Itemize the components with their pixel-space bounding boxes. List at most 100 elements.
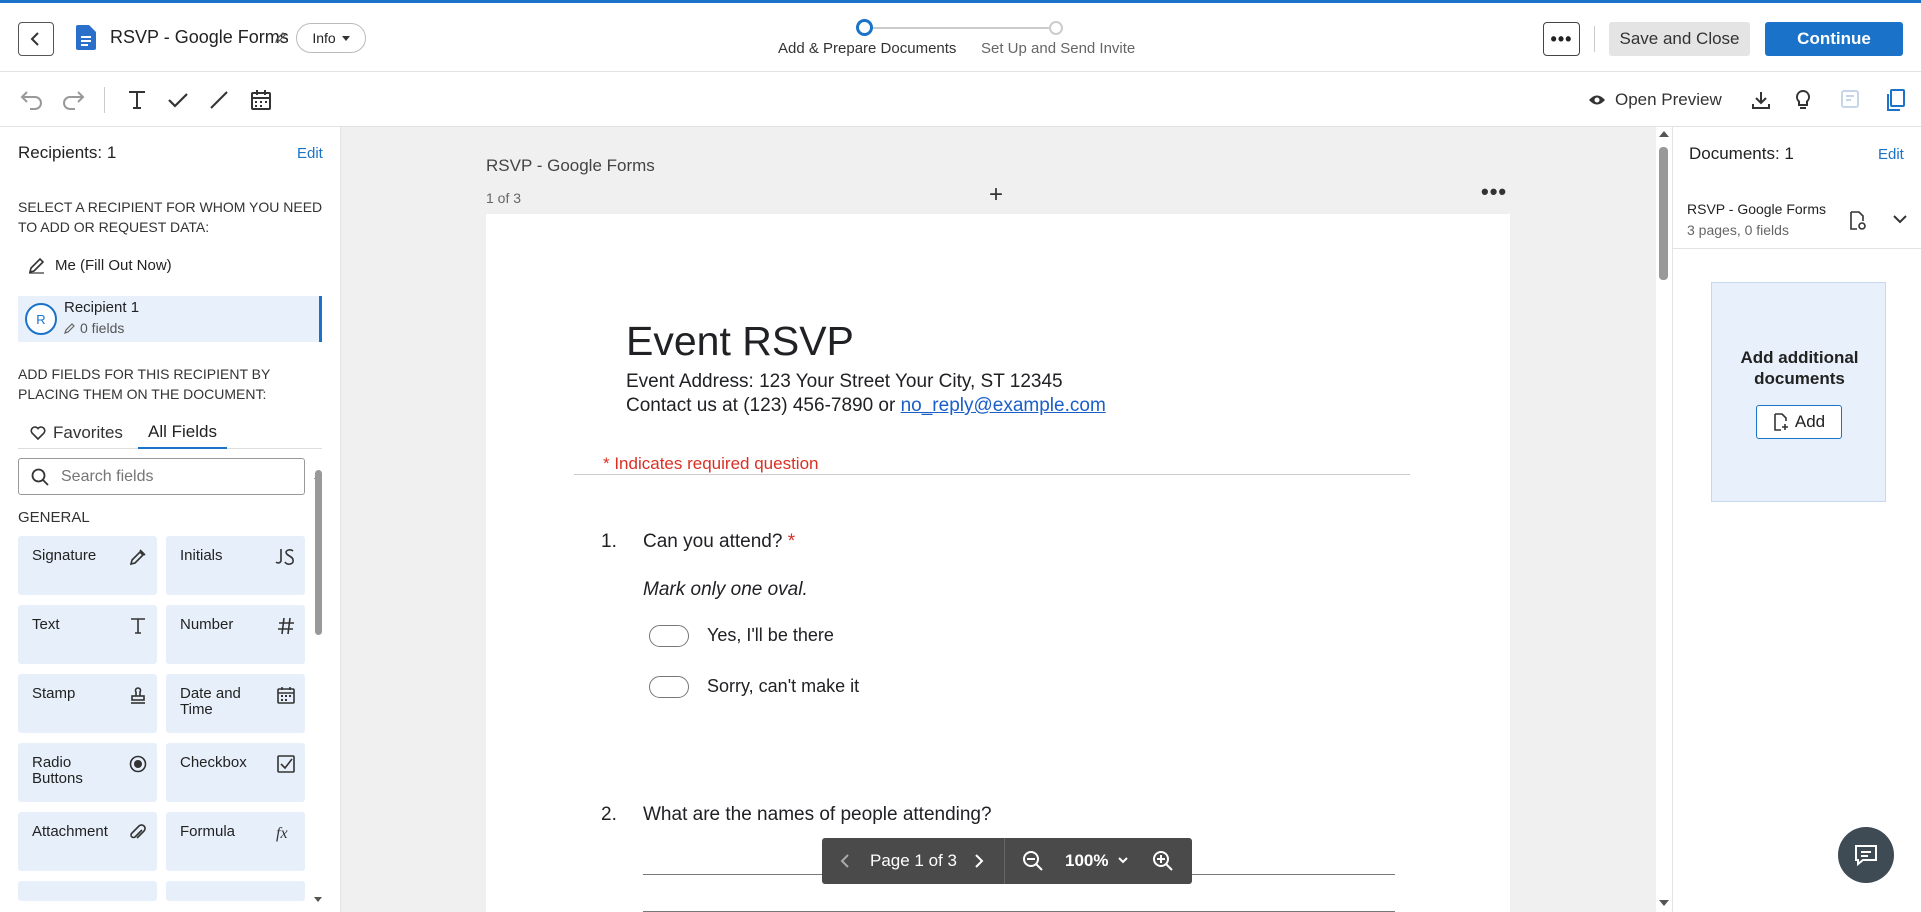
recipient-name: Recipient 1 bbox=[64, 299, 140, 316]
document-item[interactable]: RSVP - Google Forms 3 pages, 0 fields bbox=[1673, 189, 1921, 249]
recipients-edit-link[interactable]: Edit bbox=[297, 145, 323, 162]
line-tool-icon[interactable] bbox=[208, 89, 230, 111]
pencil-icon[interactable] bbox=[275, 31, 287, 43]
signature-icon bbox=[129, 548, 147, 566]
chevron-down-icon[interactable] bbox=[1893, 215, 1907, 224]
redo-icon[interactable] bbox=[61, 89, 85, 111]
tab-all-fields[interactable]: All Fields bbox=[138, 422, 227, 449]
canvas-scrollbar-thumb[interactable] bbox=[1659, 147, 1668, 280]
document-settings-icon[interactable] bbox=[1849, 211, 1867, 231]
open-preview-label: Open Preview bbox=[1615, 90, 1722, 109]
recipient-item[interactable]: R Recipient 1 0 fields bbox=[18, 296, 322, 342]
download-icon[interactable] bbox=[1750, 89, 1772, 111]
page-indicator: Page 1 of 3 bbox=[870, 851, 957, 870]
me-label: Me (Fill Out Now) bbox=[55, 257, 172, 274]
field-tabs: Favorites All Fields bbox=[18, 417, 322, 449]
add-document-button[interactable]: Add bbox=[1756, 405, 1842, 439]
toolbar-divider bbox=[104, 87, 105, 113]
mark-only-one-note: Mark only one oval. bbox=[643, 579, 808, 600]
undo-icon[interactable] bbox=[20, 89, 44, 111]
question-1-number: 1. bbox=[601, 531, 617, 552]
document-icon bbox=[76, 25, 96, 50]
event-address: Event Address: 123 Your Street Your City… bbox=[626, 371, 1063, 392]
fields-scrollbar-thumb[interactable] bbox=[315, 470, 322, 635]
divider bbox=[1594, 26, 1595, 52]
field-label: Text bbox=[32, 616, 60, 633]
document-page[interactable]: Event RSVP Event Address: 123 Your Stree… bbox=[486, 214, 1510, 912]
option-yes: Yes, I'll be there bbox=[707, 625, 834, 645]
form-title: Event RSVP bbox=[626, 318, 854, 364]
field-formula[interactable]: Formula fx bbox=[166, 812, 305, 871]
svg-text:fx: fx bbox=[276, 825, 288, 842]
me-fill-out-now[interactable]: Me (Fill Out Now) bbox=[28, 257, 172, 274]
save-and-close-button[interactable]: Save and Close bbox=[1609, 22, 1750, 56]
document-item-name: RSVP - Google Forms bbox=[1687, 201, 1827, 217]
more-options-button[interactable]: ••• bbox=[1543, 22, 1580, 56]
field-radio-buttons[interactable]: Radio Buttons bbox=[18, 743, 157, 802]
search-fields-box[interactable] bbox=[18, 458, 305, 495]
field-more-2[interactable] bbox=[166, 881, 305, 901]
contact-line: Contact us at (123) 456-7890 or no_reply… bbox=[626, 395, 1106, 417]
back-button[interactable] bbox=[18, 22, 54, 56]
search-input[interactable] bbox=[61, 467, 281, 486]
canvas-scrollbar[interactable] bbox=[1656, 127, 1672, 912]
document-title[interactable]: RSVP - Google Forms bbox=[110, 27, 289, 48]
fields-icon[interactable] bbox=[1840, 89, 1860, 109]
paperclip-icon bbox=[129, 824, 147, 842]
add-label: Add bbox=[1794, 412, 1826, 431]
page-options-icon[interactable]: ••• bbox=[1481, 179, 1507, 205]
field-date-and-time[interactable]: Date and Time bbox=[166, 674, 305, 733]
field-label: Initials bbox=[180, 547, 223, 564]
checkmark-tool-icon[interactable] bbox=[167, 89, 189, 111]
info-label: Info bbox=[312, 30, 336, 46]
checkbox-icon bbox=[277, 755, 295, 773]
scroll-up-icon[interactable] bbox=[1659, 131, 1669, 137]
chevron-down-icon[interactable] bbox=[1118, 857, 1128, 864]
select-recipient-prompt: SELECT A RECIPIENT FOR WHOM YOU NEED TO … bbox=[18, 199, 323, 235]
contact-prefix: Contact us at (123) 456-7890 or bbox=[626, 395, 901, 416]
step-connector bbox=[865, 27, 1055, 29]
step-1-label[interactable]: Add & Prepare Documents bbox=[778, 40, 956, 57]
field-number[interactable]: Number bbox=[166, 605, 305, 664]
step-2-label[interactable]: Set Up and Send Invite bbox=[981, 40, 1135, 57]
continue-button[interactable]: Continue bbox=[1765, 22, 1903, 56]
zoom-in-icon[interactable] bbox=[1152, 850, 1174, 872]
document-canvas: RSVP - Google Forms 1 of 3 + ••• Event R… bbox=[341, 127, 1656, 912]
divider bbox=[574, 474, 1410, 475]
chevron-left-icon[interactable] bbox=[840, 853, 850, 869]
chevron-right-icon[interactable] bbox=[974, 853, 984, 869]
contact-email-link[interactable]: no_reply@example.com bbox=[901, 395, 1106, 416]
field-label: Radio Buttons bbox=[32, 754, 83, 787]
scroll-down-icon[interactable] bbox=[1659, 900, 1669, 906]
field-label: Signature bbox=[32, 547, 97, 564]
add-page-icon[interactable]: + bbox=[989, 181, 1003, 209]
zoom-out-icon[interactable] bbox=[1022, 850, 1044, 872]
zoom-level[interactable]: 100% bbox=[1065, 851, 1108, 871]
field-signature[interactable]: Signature bbox=[18, 536, 157, 595]
date-tool-icon[interactable] bbox=[250, 89, 272, 111]
question-1-text: Can you attend? bbox=[643, 531, 783, 552]
field-text[interactable]: Text bbox=[18, 605, 157, 664]
open-preview-button[interactable]: Open Preview bbox=[1588, 90, 1722, 110]
tab-favorites[interactable]: Favorites bbox=[30, 423, 123, 443]
field-checkbox[interactable]: Checkbox bbox=[166, 743, 305, 802]
initials-icon bbox=[275, 548, 295, 566]
field-more-1[interactable] bbox=[18, 881, 157, 901]
documents-icon[interactable] bbox=[1886, 89, 1906, 111]
documents-edit-link[interactable]: Edit bbox=[1878, 146, 1904, 163]
signature-small-icon bbox=[64, 323, 75, 334]
lightbulb-icon[interactable] bbox=[1793, 89, 1813, 111]
text-tool-icon[interactable] bbox=[127, 89, 147, 111]
option-oval bbox=[649, 625, 689, 647]
radio-icon bbox=[129, 755, 147, 773]
info-dropdown[interactable]: Info bbox=[296, 23, 366, 53]
field-initials[interactable]: Initials bbox=[166, 536, 305, 595]
chat-button[interactable] bbox=[1838, 827, 1894, 883]
page-navigation-bar: Page 1 of 3 100% bbox=[822, 838, 1192, 884]
question-2-text: What are the names of people attending? bbox=[643, 804, 992, 825]
recipients-title: Recipients: 1 bbox=[18, 143, 117, 162]
recipients-panel: Recipients: 1 Edit SELECT A RECIPIENT FO… bbox=[0, 127, 341, 912]
field-stamp[interactable]: Stamp bbox=[18, 674, 157, 733]
field-attachment[interactable]: Attachment bbox=[18, 812, 157, 871]
step-1-indicator bbox=[856, 19, 873, 36]
